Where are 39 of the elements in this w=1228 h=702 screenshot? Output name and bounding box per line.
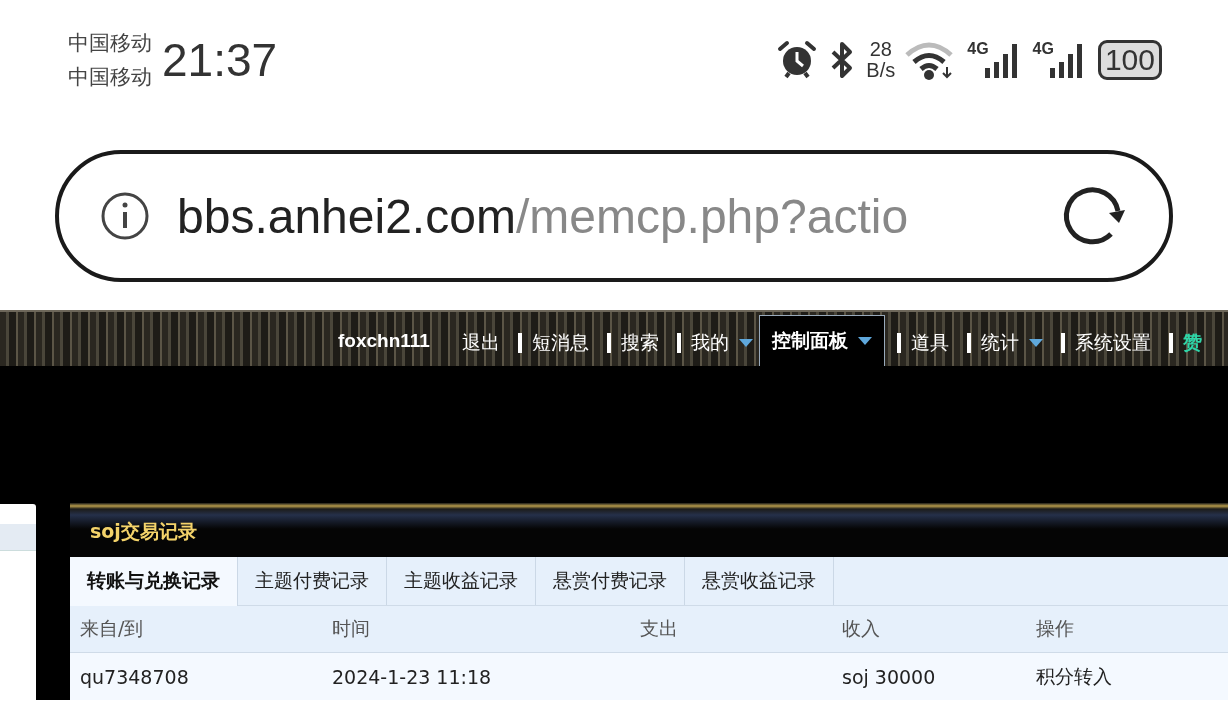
carrier-name: 中国移动 [68, 30, 152, 57]
caret-icon[interactable] [1028, 339, 1043, 347]
table-cell: 2024-1-23 11:18 [332, 665, 492, 688]
tab[interactable]: 悬赏收益记录 [685, 556, 834, 605]
nav-item[interactable]: 赞 [1156, 320, 1208, 366]
column-header: 收入 [841, 615, 881, 641]
nav-item[interactable]: 搜索 [594, 320, 665, 366]
caret-icon[interactable] [738, 339, 753, 347]
column-header: 来自/到 [79, 615, 145, 641]
network-type: 4G [967, 40, 989, 58]
tab[interactable]: 悬赏付费记录 [536, 556, 685, 605]
column-header: 支出 [639, 615, 679, 641]
table-cell: soj 30000 [842, 665, 936, 688]
alarm-icon [776, 39, 819, 81]
table-cell: 积分转入 [1036, 664, 1112, 687]
nav-item[interactable]: 统计 [954, 320, 1049, 366]
tab[interactable]: 转账与兑换记录 [70, 556, 238, 606]
clock-time: 21:37 [162, 33, 278, 87]
network-type: 4G [1032, 40, 1054, 58]
carrier-name: 中国移动 [68, 64, 152, 91]
tab[interactable]: 主题收益记录 [387, 556, 536, 605]
address-bar[interactable]: bbs.anhei2.com/memcp.php?actio [55, 150, 1173, 282]
nav-item[interactable]: 控制面板 [758, 315, 885, 366]
battery-icon: 100 [1097, 40, 1162, 80]
username-link[interactable]: foxchn111 [338, 320, 430, 366]
tab[interactable]: 主题付费记录 [238, 556, 387, 605]
caret-icon[interactable] [857, 337, 872, 345]
speed-value: 28 [869, 39, 892, 60]
nav-item[interactable]: 道具 [884, 320, 955, 366]
speed-unit: B/s [866, 60, 896, 81]
column-header: 操作 [1035, 615, 1074, 641]
panel-title: soj交易记录 [90, 518, 197, 544]
nav-item[interactable]: 我的 [664, 320, 759, 366]
column-header: 时间 [331, 615, 371, 641]
nav-item[interactable]: 短消息 [505, 320, 595, 366]
info-icon[interactable] [99, 190, 151, 242]
nav-item[interactable]: 退出 [455, 320, 506, 366]
table-cell: qu7348708 [80, 665, 189, 688]
nav-item[interactable]: 系统设置 [1048, 320, 1157, 366]
